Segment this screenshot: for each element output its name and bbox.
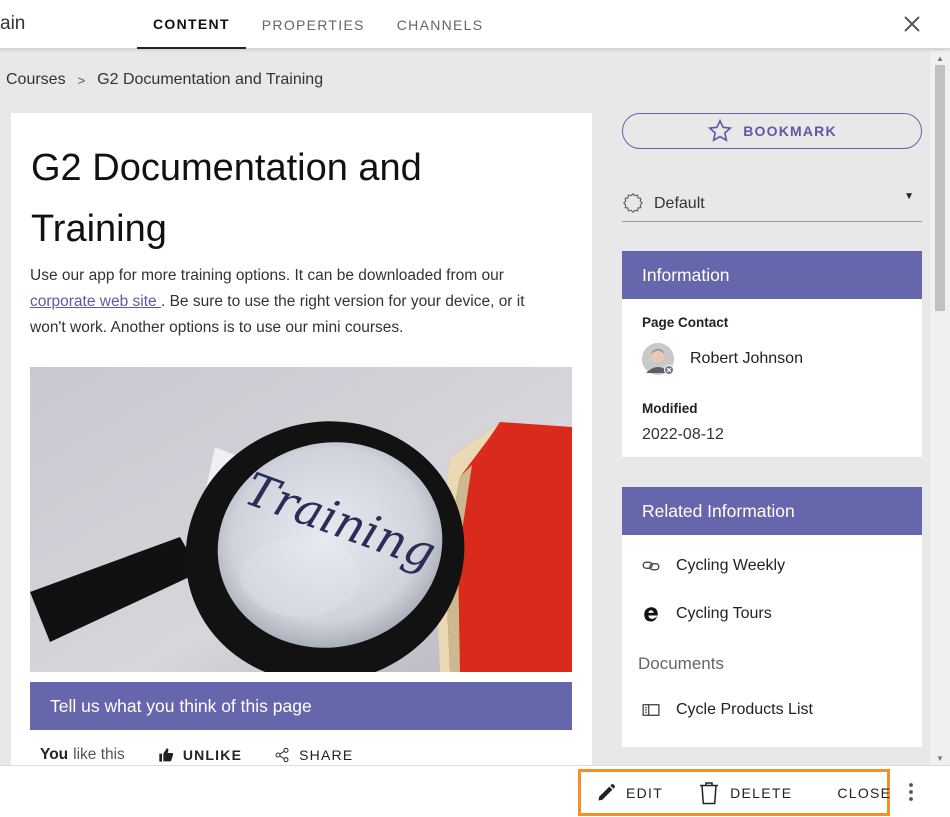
page-contact-label: Page Contact: [642, 315, 729, 330]
corporate-web-site-link[interactable]: corporate web site: [30, 293, 161, 310]
article-card: G2 Documentation and Training Use our ap…: [11, 113, 592, 773]
list-document-icon: [642, 704, 660, 716]
command-group-highlight: EDIT DELETE CLOSE: [578, 769, 890, 816]
scroll-down-icon[interactable]: ▼: [936, 754, 944, 763]
breadcrumb-item-current: G2 Documentation and Training: [97, 71, 324, 88]
unlike-label: UNLIKE: [182, 747, 243, 763]
feedback-bar[interactable]: Tell us what you think of this page: [30, 682, 572, 730]
related-information-card: Related Information Cycling Weekly Cycli…: [622, 487, 922, 747]
unlike-button[interactable]: UNLIKE: [158, 747, 242, 763]
related-link-cycling-tours[interactable]: Cycling Tours: [640, 605, 772, 623]
link-icon: [642, 561, 660, 571]
related-link-label: Cycling Weekly: [676, 557, 786, 574]
vertical-scrollbar[interactable]: ▲ ▼: [930, 51, 950, 765]
dropdown-caret-icon: ▼: [904, 191, 914, 202]
close-icon[interactable]: [900, 12, 924, 36]
tab-properties[interactable]: PROPERTIES: [246, 0, 381, 49]
you-label: You: [40, 746, 69, 763]
information-heading: Information: [622, 251, 922, 299]
modified-label: Modified: [642, 401, 698, 416]
audience-select[interactable]: Default ▼: [622, 186, 922, 222]
share-button[interactable]: SHARE: [274, 747, 353, 763]
bookmark-button[interactable]: BOOKMARK: [622, 113, 922, 149]
more-options-icon[interactable]: [901, 781, 921, 803]
edit-button[interactable]: EDIT: [596, 783, 663, 803]
share-icon: [275, 747, 289, 763]
trash-icon: [700, 781, 719, 804]
tab-bar: CONTENT PROPERTIES CHANNELS: [137, 0, 499, 49]
breadcrumb-separator: >: [77, 72, 86, 88]
related-information-heading: Related Information: [622, 487, 922, 535]
social-actions: You like this UNLIKE SHARE: [40, 746, 353, 764]
pencil-icon: [598, 783, 615, 800]
scrollbar-thumb[interactable]: [935, 65, 945, 311]
delete-label: DELETE: [730, 784, 793, 801]
tab-channels[interactable]: CHANNELS: [381, 0, 500, 49]
information-card: Information Page Contact Robert Johnson …: [622, 251, 922, 457]
scroll-up-icon[interactable]: ▲: [936, 54, 944, 63]
edge-browser-icon: [644, 607, 658, 622]
related-link-label: Cycling Tours: [676, 605, 772, 622]
related-document-label: Cycle Products List: [676, 701, 813, 718]
documents-heading: Documents: [638, 654, 724, 673]
contact-name: Robert Johnson: [690, 350, 803, 367]
edit-label: EDIT: [626, 784, 664, 801]
thumbs-up-icon: [159, 748, 173, 762]
like-status: like this: [73, 746, 125, 763]
badge-gear-icon: [622, 192, 644, 213]
star-icon: [708, 118, 733, 142]
close-label: CLOSE: [837, 784, 892, 801]
hero-image: Training: [30, 367, 572, 672]
top-header: ain CONTENT PROPERTIES CHANNELS: [0, 0, 950, 49]
share-label: SHARE: [299, 747, 354, 763]
close-button[interactable]: CLOSE: [837, 785, 891, 801]
bottom-command-bar: EDIT DELETE CLOSE: [0, 765, 950, 817]
delete-button[interactable]: DELETE: [698, 781, 792, 805]
related-document-cycle-products-list[interactable]: Cycle Products List: [640, 701, 813, 719]
page-title: G2 Documentation and Training: [31, 147, 422, 250]
breadcrumb-item-courses[interactable]: Courses: [6, 71, 66, 89]
modified-value: 2022-08-12: [642, 426, 724, 443]
bookmark-label: BOOKMARK: [743, 123, 837, 139]
avatar: [642, 343, 674, 375]
article-intro: Use our app for more training options. I…: [30, 263, 560, 341]
tab-content[interactable]: CONTENT: [137, 0, 246, 49]
select-value: Default: [654, 194, 705, 212]
related-link-cycling-weekly[interactable]: Cycling Weekly: [640, 557, 785, 575]
intro-text-before: Use our app for more training options. I…: [30, 267, 504, 284]
page-contact[interactable]: Robert Johnson: [642, 343, 803, 375]
breadcrumb: Courses > G2 Documentation and Training: [6, 71, 323, 89]
app-title: ain: [0, 13, 26, 34]
